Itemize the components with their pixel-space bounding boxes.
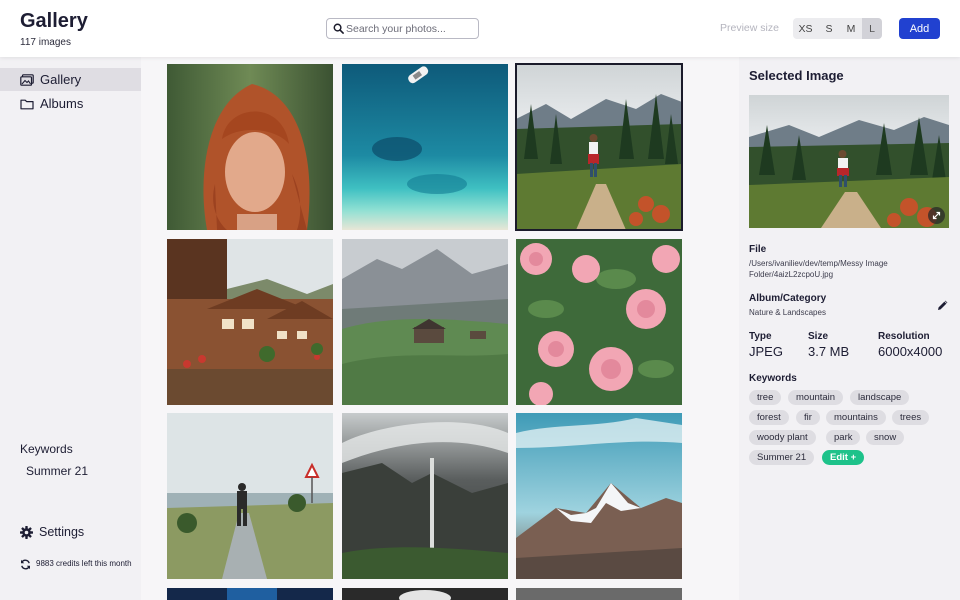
- portrait-photo: [167, 64, 333, 230]
- gear-icon: [20, 525, 33, 539]
- gallery-image-tile[interactable]: [516, 239, 682, 405]
- partial-photo: [342, 588, 508, 600]
- gallery-image-tile[interactable]: [342, 588, 508, 600]
- keyword-chip[interactable]: tree: [749, 390, 782, 405]
- gallery-image-tile[interactable]: [516, 588, 682, 600]
- page-title: Gallery: [20, 10, 88, 32]
- keyword-chip[interactable]: mountain: [788, 390, 844, 405]
- gallery-image-tile[interactable]: [342, 239, 508, 405]
- keyword-item[interactable]: Summer 21: [26, 464, 88, 478]
- hiker-preview-photo: [749, 95, 949, 228]
- resolution-label: Resolution: [878, 331, 930, 342]
- gallery-image-tile[interactable]: [167, 64, 333, 230]
- gallery-image-tile[interactable]: [342, 64, 508, 230]
- selected-image-preview[interactable]: [749, 95, 949, 228]
- search-icon: [333, 23, 344, 34]
- size-xs-button[interactable]: XS: [793, 18, 818, 39]
- gallery-image-tile[interactable]: [167, 239, 333, 405]
- gallery-image-tile[interactable]: [342, 413, 508, 579]
- size-m-button[interactable]: M: [840, 18, 862, 39]
- keyword-chip[interactable]: fir: [796, 410, 820, 425]
- refresh-icon: [21, 559, 30, 570]
- chalets-photo: [167, 239, 333, 405]
- walking-man-photo: [167, 413, 333, 579]
- expand-button[interactable]: [928, 207, 945, 224]
- keyword-chip[interactable]: forest: [749, 410, 789, 425]
- sidebar-item-label: Gallery: [40, 72, 82, 87]
- waterfall-photo: [342, 413, 508, 579]
- file-path: /Users/ivaniliev/dev/temp/Messy Image Fo…: [749, 259, 888, 279]
- preview-size-toggle: XS S M L: [793, 18, 882, 39]
- gallery-icon: [20, 73, 34, 86]
- alpine-meadow-photo: [342, 239, 508, 405]
- image-count: 117 images: [20, 37, 71, 48]
- sidebar-item-label: Albums: [40, 96, 84, 111]
- gallery-image-tile-selected[interactable]: [515, 63, 683, 231]
- keyword-chip[interactable]: snow: [866, 430, 905, 445]
- gallery-image-tile[interactable]: [516, 413, 682, 579]
- sidebar-item-gallery[interactable]: Gallery: [0, 68, 141, 91]
- panel-title: Selected Image: [749, 68, 844, 83]
- type-value: JPEG: [749, 344, 783, 359]
- settings-label: Settings: [39, 525, 85, 539]
- search-box[interactable]: [326, 18, 479, 39]
- aerial-sea-photo: [342, 64, 508, 230]
- search-input[interactable]: [346, 21, 474, 36]
- keyword-chip[interactable]: landscape: [850, 390, 910, 405]
- type-label: Type: [749, 331, 772, 342]
- credits-text: 9883 credits left this month: [36, 559, 132, 568]
- size-value: 3.7 MB: [808, 344, 850, 359]
- edit-pencil-icon[interactable]: [937, 299, 949, 311]
- gallery-image-tile[interactable]: [167, 588, 333, 600]
- roses-photo: [516, 239, 682, 405]
- settings-button[interactable]: Settings: [20, 524, 84, 540]
- preview-size-label: Preview size: [720, 22, 779, 34]
- keywords-label: Keywords: [749, 373, 797, 384]
- keyword-chip[interactable]: Summer 21: [749, 450, 815, 465]
- add-button[interactable]: Add: [899, 18, 940, 39]
- credits-info: 9883 credits left this month: [20, 558, 135, 570]
- size-s-button[interactable]: S: [818, 18, 840, 39]
- app-header: Gallery 117 images Preview size XS S M L…: [0, 0, 960, 57]
- snowy-peak-photo: [516, 413, 682, 579]
- hiker-photo: [516, 64, 682, 230]
- partial-photo: [167, 588, 333, 600]
- gallery-image-tile[interactable]: [167, 413, 333, 579]
- keyword-chip[interactable]: mountains: [826, 410, 886, 425]
- file-label: File: [749, 244, 767, 255]
- album-value: Nature & Landscapes: [749, 308, 826, 317]
- sidebar-item-albums[interactable]: Albums: [0, 92, 141, 115]
- keyword-chip[interactable]: trees: [892, 410, 930, 425]
- size-l-button[interactable]: L: [862, 18, 882, 39]
- details-panel: Selected Image File /Users/ivaniliev/dev…: [739, 57, 960, 600]
- keyword-chip[interactable]: park: [826, 430, 861, 445]
- partial-photo: [516, 588, 682, 600]
- folder-icon: [20, 99, 34, 109]
- resolution-value: 6000x4000: [878, 344, 943, 359]
- expand-icon: [932, 211, 941, 220]
- keyword-chip[interactable]: woody plant: [749, 430, 816, 445]
- album-label: Album/Category: [749, 293, 827, 304]
- sidebar: Gallery Albums Keywords Summer 21 Settin…: [0, 57, 141, 600]
- edit-keywords-button[interactable]: Edit +: [822, 450, 865, 465]
- keywords-heading: Keywords: [20, 442, 73, 456]
- size-label: Size: [808, 331, 829, 342]
